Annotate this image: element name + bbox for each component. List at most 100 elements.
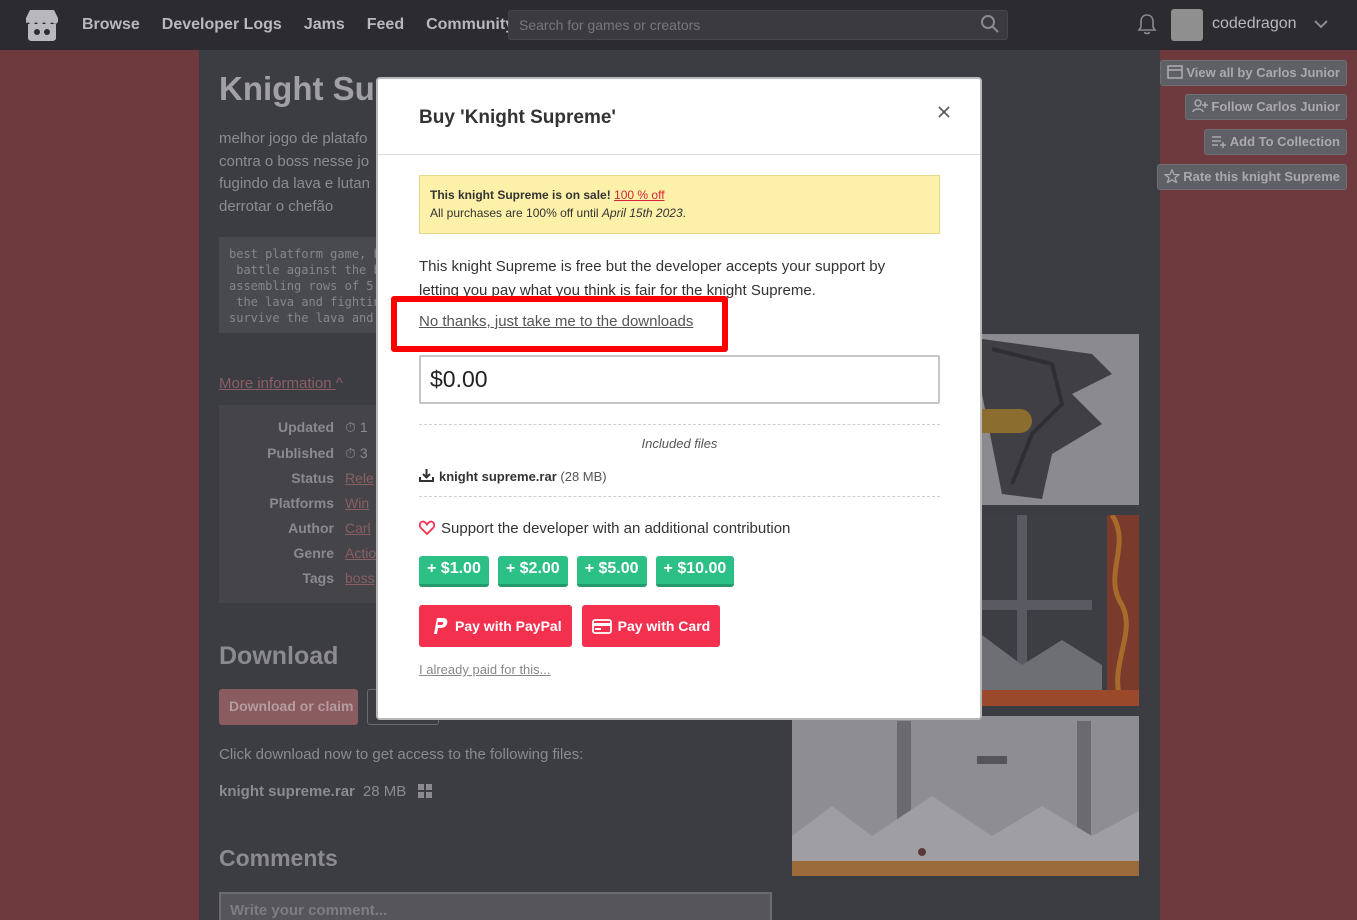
info-key: Genre — [293, 545, 334, 561]
info-row: Updated ⏱ 1 — [219, 419, 379, 439]
tip-10-button[interactable]: + $10.00 — [655, 556, 735, 587]
avatar[interactable] — [1171, 9, 1203, 41]
sale-discount-link[interactable]: 100 % off — [614, 188, 664, 202]
game-description: melhor jogo de platafo contra o boss nes… — [219, 130, 370, 215]
search-input[interactable]: Search for games or creators — [508, 10, 1008, 40]
included-files-label: Included files — [641, 436, 718, 451]
download-heading: Download — [219, 642, 339, 670]
nav-developer-logs[interactable]: Developer Logs — [162, 16, 282, 34]
info-value: ⏱ 1 — [345, 419, 368, 435]
info-value-text: 1 — [359, 419, 368, 435]
info-value-text: 3 — [359, 445, 368, 461]
chevron-up-icon: ^ — [335, 375, 343, 392]
tip-amount: $2.00 — [519, 560, 560, 577]
nav-links: Browse Developer Logs Jams Feed Communit… — [82, 0, 536, 50]
add-to-collection-button[interactable]: Add To Collection — [1203, 129, 1347, 155]
follow-label: Follow Carlos Junior — [1211, 99, 1340, 114]
windows-icon — [418, 784, 433, 798]
info-value: ⏱ 3 — [345, 445, 368, 461]
playlist-add-icon — [1211, 136, 1226, 148]
game-title: Knight Sup — [219, 70, 395, 107]
info-key: Updated — [278, 419, 334, 435]
info-key: Status — [291, 470, 334, 486]
download-icon — [419, 469, 434, 482]
pay-with-card-button[interactable]: Pay with Card — [581, 605, 721, 647]
nav-community[interactable]: Community — [426, 16, 514, 34]
sale-line-1: This knight Supreme is on sale! 100 % of… — [430, 186, 929, 204]
screenshot-3[interactable] — [792, 716, 1139, 876]
follow-button[interactable]: Follow Carlos Junior — [1185, 94, 1347, 120]
modal-divider — [378, 154, 980, 155]
more-info-label: More information — [219, 375, 332, 392]
info-row: Published ⏱ 3 — [219, 445, 379, 465]
included-file-size: (28 MB) — [560, 469, 607, 484]
info-row: Tags boss — [219, 570, 379, 590]
info-value[interactable]: Carl — [345, 520, 371, 536]
tip-amount: $1.00 — [440, 560, 481, 577]
tip-1-button[interactable]: + $1.00 — [419, 556, 489, 587]
download-button[interactable]: Download or claim — [219, 689, 358, 725]
included-file-row: knight supreme.rar (28 MB) — [419, 468, 607, 484]
screenshot-3-image — [792, 716, 1139, 876]
buy-modal: Buy 'Knight Supreme' This knight Supreme… — [376, 77, 982, 720]
modal-title: Buy 'Knight Supreme' — [419, 107, 616, 128]
info-value[interactable]: Actio — [345, 545, 376, 561]
pay-with-paypal-button[interactable]: Pay with PayPal — [419, 605, 572, 647]
comment-input[interactable]: Write your comment... — [219, 892, 772, 920]
heart-icon — [419, 520, 435, 535]
info-row: Platforms Win — [219, 495, 379, 515]
free-description: This knight Supreme is free but the deve… — [419, 258, 886, 299]
paypal-label: Pay with PayPal — [455, 618, 562, 634]
username[interactable]: codedragon — [1212, 15, 1297, 33]
add-collection-label: Add To Collection — [1229, 134, 1340, 149]
star-icon — [1164, 169, 1181, 183]
download-instructions: Click download now to get access to the … — [219, 746, 584, 763]
credit-card-icon — [591, 619, 612, 634]
itchio-logo-icon[interactable] — [22, 8, 62, 42]
info-value[interactable]: Win — [345, 495, 369, 511]
already-paid-link[interactable]: I already paid for this... — [419, 662, 551, 677]
plus-icon: + — [584, 560, 599, 577]
chevron-down-icon[interactable] — [1313, 16, 1329, 32]
support-text: Support the developer with an additional… — [441, 520, 791, 537]
rate-button[interactable]: Rate this knight Supreme — [1157, 164, 1347, 190]
close-icon[interactable] — [936, 104, 952, 120]
sale-notice: This knight Supreme is on sale! 100 % of… — [419, 175, 940, 234]
support-developer: Support the developer with an additional… — [419, 520, 790, 537]
card-label: Pay with Card — [617, 618, 711, 634]
comments-heading: Comments — [219, 845, 338, 871]
tip-5-button[interactable]: + $5.00 — [576, 556, 647, 587]
more-information-link[interactable]: More information ^ — [219, 375, 343, 392]
info-value[interactable]: boss — [345, 570, 375, 586]
dashed-divider — [419, 496, 940, 497]
info-value[interactable]: Rele — [345, 470, 374, 486]
info-key: Tags — [302, 570, 334, 586]
top-nav: Browse Developer Logs Jams Feed Communit… — [0, 0, 1357, 50]
search-icon[interactable] — [980, 14, 1000, 34]
info-row: Author Carl — [219, 520, 379, 540]
tip-buttons: + $1.00 + $2.00 + $5.00 + $10.00 — [419, 556, 743, 587]
rate-label: Rate this knight Supreme — [1183, 169, 1340, 184]
sale-line-2: All purchases are 100% off until April 1… — [430, 204, 929, 222]
view-all-button[interactable]: View all by Carlos Junior — [1160, 60, 1347, 86]
notification-bell-icon[interactable] — [1137, 13, 1157, 35]
tip-2-button[interactable]: + $2.00 — [497, 556, 568, 587]
nav-browse[interactable]: Browse — [82, 16, 140, 34]
plus-icon: + — [663, 560, 678, 577]
sale-line2-suffix: . — [682, 206, 686, 220]
nav-feed[interactable]: Feed — [367, 16, 404, 34]
info-key: Platforms — [269, 495, 334, 511]
info-key: Author — [288, 520, 334, 536]
add-user-icon — [1192, 99, 1209, 113]
dashed-divider — [419, 424, 940, 425]
price-input[interactable]: $0.00 — [419, 355, 940, 404]
info-row: Genre Actio — [219, 545, 379, 565]
sale-line2-text: All purchases are 100% off until — [430, 206, 599, 220]
game-description-code: best platform game, h battle against the… — [219, 237, 377, 333]
info-key: Published — [267, 445, 334, 461]
plus-icon: + — [427, 560, 441, 577]
nav-jams[interactable]: Jams — [304, 16, 345, 34]
file-size: 28 MB — [362, 783, 407, 800]
tip-amount: $5.00 — [598, 560, 639, 577]
included-file-name: knight supreme.rar — [439, 469, 557, 484]
